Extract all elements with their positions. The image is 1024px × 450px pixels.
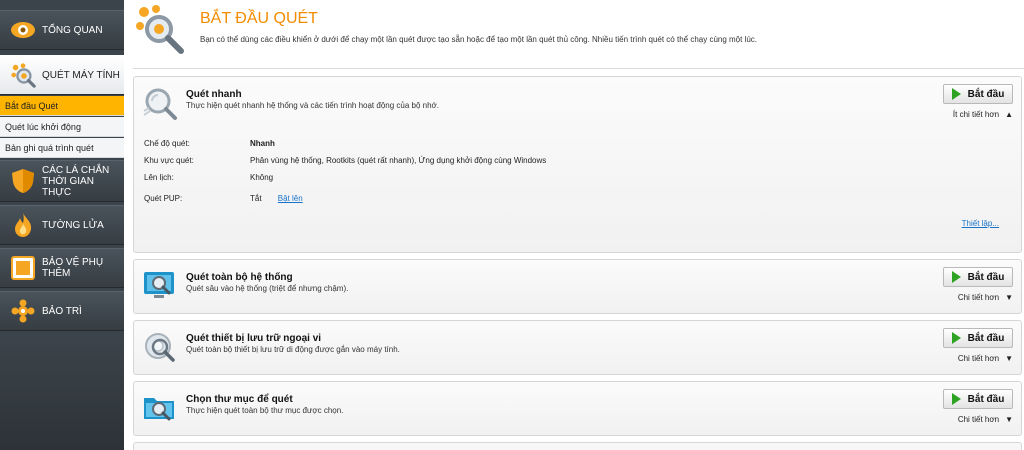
nav-item-computer-scan-label: QUÉT MÁY TÍNH (42, 69, 120, 81)
nav-item-realtime-shields[interactable]: CÁC LÁ CHẮN THỜI GIAN THỰC (0, 160, 124, 202)
folder-scan-toggle-label: Chi tiết hơn (957, 415, 1000, 424)
eye-icon (10, 17, 36, 43)
detail-area-value: Phân vùng hệ thống, Rootkits (quét rất n… (250, 156, 547, 165)
quick-scan-start-label: Bắt đầu (967, 88, 1005, 100)
gears-icon (10, 298, 36, 324)
external-storage-scan-panel: Quét thiết bị lưu trữ ngoại vi Quét toàn… (133, 320, 1022, 375)
full-scan-title: Quét toàn bộ hệ thống (186, 272, 293, 283)
subitem-boot-scan[interactable]: Quét lúc khởi động (0, 117, 124, 137)
external-storage-scan-start-button[interactable]: Bắt đầu (943, 328, 1013, 348)
detail-mode-label: Chế độ quét: (144, 139, 190, 148)
full-scan-toggle-label: Chi tiết hơn (957, 293, 1000, 302)
page-title: BẮT ĐẦU QUÉT (200, 10, 318, 27)
nav-item-maintenance[interactable]: BẢO TRÌ (0, 291, 124, 331)
detail-schedule-label: Lên lịch: (144, 173, 174, 182)
quick-scan-start-button[interactable]: Bắt đầu (943, 84, 1013, 104)
shield-icon (10, 168, 36, 194)
sidebar: TỔNG QUAN QUÉT MÁY TÍNH Bắt đầu Quét Qué… (0, 0, 124, 450)
magnifier-icon (10, 62, 36, 88)
sidebar-footer (0, 338, 124, 450)
next-panel-edge (133, 442, 1022, 450)
play-icon (951, 88, 961, 100)
full-scan-more-details-toggle[interactable]: Chi tiết hơn ▼ (958, 293, 1013, 302)
page-header: BẮT ĐẦU QUÉT Bạn có thể dùng các điều kh… (124, 0, 1024, 60)
expand-arrow-icon: ▼ (1005, 293, 1013, 302)
full-scan-description: Quét sâu vào hệ thống (triệt để nhưng ch… (186, 284, 349, 293)
folder-scan-title: Chọn thư mục để quét (186, 394, 293, 405)
play-icon (951, 332, 961, 344)
flame-icon (10, 212, 36, 238)
full-scan-icon (144, 272, 174, 298)
square-icon (10, 255, 36, 281)
external-storage-scan-description: Quét toàn bộ thiết bị lưu trữ di động đư… (186, 345, 400, 354)
external-storage-scan-start-label: Bắt đầu (967, 332, 1005, 344)
quick-scan-icon (143, 88, 177, 120)
folder-scan-panel: Chọn thư mục để quét Thực hiện quét toàn… (133, 381, 1022, 436)
detail-pup-value: Tắt (250, 194, 262, 203)
expand-arrow-icon: ▼ (1005, 415, 1013, 424)
external-storage-scan-icon (145, 333, 175, 362)
nav-item-extra-protection[interactable]: BẢO VỆ PHỤ THÊM (0, 248, 124, 288)
quick-scan-less-details-toggle[interactable]: Ít chi tiết hơn ▲ (953, 110, 1013, 119)
nav-item-overview[interactable]: TỔNG QUAN (0, 10, 124, 50)
play-icon (951, 393, 961, 405)
folder-scan-start-label: Bắt đầu (967, 393, 1005, 405)
quick-scan-title: Quét nhanh (186, 89, 242, 100)
folder-scan-description: Thực hiện quét toàn bộ thư mục được chọn… (186, 406, 344, 415)
detail-area-label: Khu vực quét: (144, 156, 194, 165)
folder-scan-icon (144, 398, 174, 421)
external-storage-scan-toggle-label: Chi tiết hơn (957, 354, 1000, 363)
nav-item-overview-label: TỔNG QUAN (42, 24, 103, 36)
nav-item-firewall[interactable]: TƯỜNG LỬA (0, 205, 124, 245)
nav-item-extra-protection-label: BẢO VỆ PHỤ THÊM (42, 257, 104, 279)
external-storage-scan-more-details-toggle[interactable]: Chi tiết hơn ▼ (958, 354, 1013, 363)
detail-pup-label: Quét PUP: (144, 194, 183, 203)
external-storage-scan-title: Quét thiết bị lưu trữ ngoại vi (186, 333, 322, 344)
detail-schedule-value: Không (250, 173, 274, 182)
header-divider (133, 68, 1024, 69)
scan-magnifier-icon (136, 5, 184, 54)
nav-item-maintenance-label: BẢO TRÌ (42, 305, 82, 317)
expand-arrow-icon: ▼ (1005, 354, 1013, 363)
quick-scan-description: Thực hiện quét nhanh hệ thống và các tiế… (186, 101, 440, 110)
play-icon (951, 271, 961, 283)
full-scan-start-label: Bắt đầu (967, 271, 1005, 283)
subitem-scan-logs[interactable]: Bản ghi quá trình quét (0, 138, 124, 158)
folder-scan-more-details-toggle[interactable]: Chi tiết hơn ▼ (958, 415, 1013, 424)
settings-link[interactable]: Thiết lập... (962, 219, 999, 228)
subitem-start-scan[interactable]: Bắt đầu Quét (0, 96, 124, 116)
full-scan-panel: Quét toàn bộ hệ thống Quét sâu vào hệ th… (133, 259, 1022, 314)
collapse-arrow-icon: ▲ (1005, 110, 1013, 119)
quick-scan-toggle-label: Ít chi tiết hơn (952, 110, 1000, 119)
folder-scan-start-button[interactable]: Bắt đầu (943, 389, 1013, 409)
full-scan-start-button[interactable]: Bắt đầu (943, 267, 1013, 287)
detail-pup-value-group: Tắt Bật lên (250, 194, 303, 203)
page-description: Bạn có thể dùng các điều khiển ở dưới để… (200, 35, 758, 44)
nav-item-firewall-label: TƯỜNG LỬA (42, 219, 104, 231)
enable-pup-link[interactable]: Bật lên (278, 194, 303, 203)
nav-item-realtime-shields-label: CÁC LÁ CHẮN THỜI GIAN THỰC (42, 164, 110, 198)
detail-mode-value: Nhanh (250, 139, 275, 148)
quick-scan-panel: Quét nhanh Thực hiện quét nhanh hệ thống… (133, 76, 1022, 253)
nav-item-computer-scan[interactable]: QUÉT MÁY TÍNH (0, 55, 124, 95)
